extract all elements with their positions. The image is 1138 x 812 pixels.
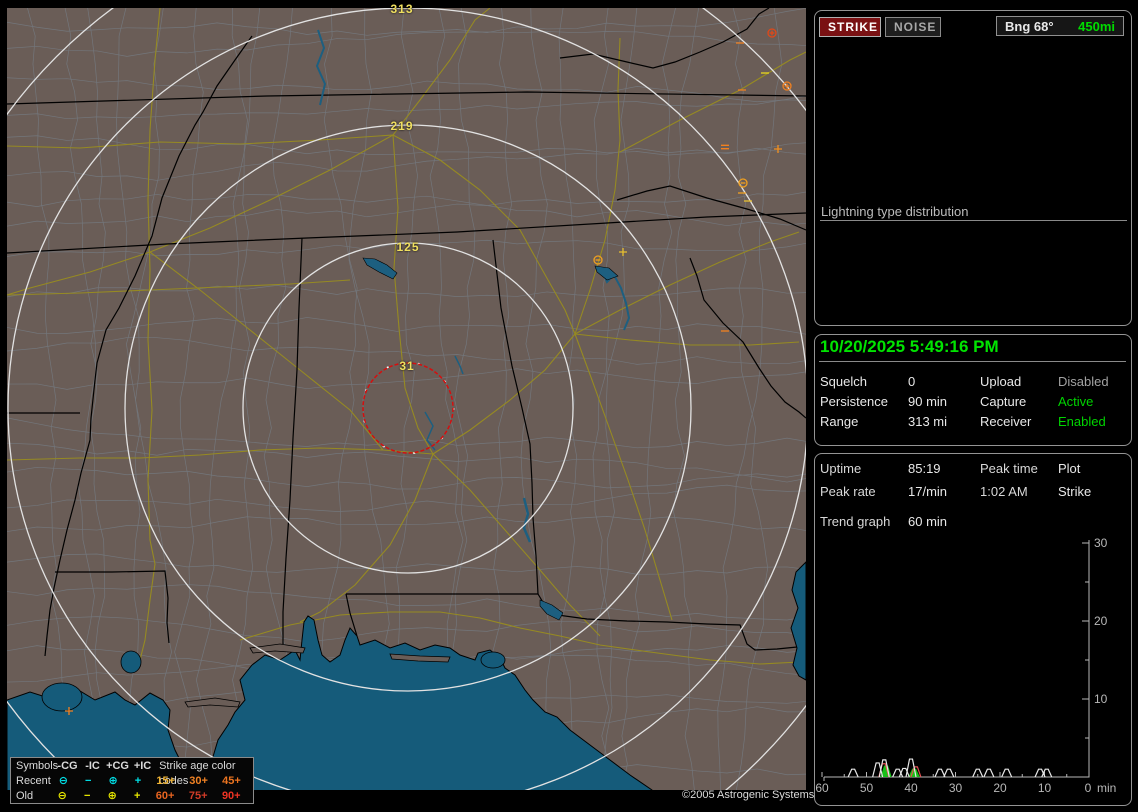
range-value: 450mi — [1078, 19, 1115, 34]
trend-graph-label: Trend graph — [820, 514, 908, 529]
copyright-text: ©2005 Astrogenic Systems — [682, 789, 812, 801]
status-label-2: Capture — [980, 394, 1058, 409]
stats-panel: STRIKE NOISE Bng 68° 450mi Strikes/min1T… — [814, 10, 1132, 326]
svg-text:20: 20 — [1094, 614, 1108, 628]
trend-axes: 10 20 30 60 50 40 30 20 10 0 min — [816, 536, 1116, 795]
distribution-header: Lightning type distribution — [821, 204, 968, 219]
age-code-30: 30+ — [187, 774, 220, 789]
legend-header-row: Symbols -CG -IC +CG +IC Strike age color… — [16, 759, 253, 774]
session-col3: Peak time — [980, 461, 1058, 476]
range-ring-label-31: 31 — [385, 359, 429, 373]
range-ring-label-125: 125 — [386, 240, 430, 254]
session-col3: 1:02 AM — [980, 484, 1058, 499]
session-row-0: Uptime85:19Peak timePlot — [820, 461, 1134, 476]
session-label: Peak rate — [820, 484, 908, 499]
bearing-range-readout: Bng 68° 450mi — [996, 16, 1124, 36]
status-label: Squelch — [820, 374, 908, 389]
age-code-45: 45+ — [220, 774, 253, 789]
trend-graph-chart: 10 20 30 60 50 40 30 20 10 0 min — [816, 532, 1128, 804]
svg-text:30: 30 — [949, 781, 963, 795]
status-label-2: Receiver — [980, 414, 1058, 429]
svg-text:40: 40 — [904, 781, 918, 795]
svg-text:60: 60 — [816, 781, 829, 795]
session-row-1: Peak rate17/min1:02 AMStrike — [820, 484, 1134, 499]
svg-text:10: 10 — [1038, 781, 1052, 795]
app-window: { "panel": { "strike_button": "STRIKE", … — [0, 0, 1138, 812]
legend-col-neg-ic: -IC — [80, 759, 105, 774]
status-row-squelch: Squelch0UploadDisabled — [820, 374, 1134, 389]
svg-text:min: min — [1097, 781, 1116, 795]
session-label: Uptime — [820, 461, 908, 476]
trend-graph-row: Trend graph 60 min — [820, 514, 980, 529]
neg-ic-symbol-icon: − — [75, 789, 100, 804]
status-label: Range — [820, 414, 908, 429]
range-ring-label-313: 313 — [380, 2, 424, 16]
neg-ic-symbol-icon: − — [76, 774, 101, 789]
status-value: 0 — [908, 374, 980, 389]
pos-ic-symbol-icon: + — [125, 774, 150, 789]
pos-cg-symbol-icon: ⊕ — [101, 774, 126, 789]
status-value-2: Active — [1058, 394, 1134, 409]
session-value: 17/min — [908, 484, 980, 499]
session-col4: Plot — [1058, 461, 1134, 476]
legend-age-header: Strike age color codes — [155, 759, 253, 774]
legend-row-old: Old⊖−⊕+60+75+90+ — [16, 789, 253, 804]
pos-ic-symbol-icon: + — [125, 789, 150, 804]
status-value: 313 mi — [908, 414, 980, 429]
session-col4: Strike — [1058, 484, 1134, 499]
legend-col-pos-cg: +CG — [105, 759, 130, 774]
bearing-value: Bng 68° — [1005, 19, 1054, 34]
legend-col-neg-cg: -CG — [55, 759, 80, 774]
status-label: Persistence — [820, 394, 908, 409]
session-value: 85:19 — [908, 461, 980, 476]
legend-row-recent: Recent⊖−⊕+15+30+45+ — [16, 774, 253, 789]
svg-text:10: 10 — [1094, 692, 1108, 706]
svg-text:50: 50 — [860, 781, 874, 795]
datetime-display: 10/20/2025 5:49:16 PM — [820, 337, 999, 357]
status-row-persistence: Persistence90 minCaptureActive — [820, 394, 1134, 409]
status-value: 90 min — [908, 394, 980, 409]
neg-cg-symbol-icon: ⊖ — [51, 774, 76, 789]
status-value-2: Disabled — [1058, 374, 1134, 389]
svg-text:20: 20 — [993, 781, 1007, 795]
trend-graph-duration: 60 min — [908, 514, 980, 529]
svg-text:0: 0 — [1085, 781, 1092, 795]
strike-button[interactable]: STRIKE — [819, 17, 881, 37]
age-code-60: 60+ — [154, 789, 187, 804]
range-ring-label-219: 219 — [380, 119, 424, 133]
age-code-75: 75+ — [187, 789, 220, 804]
map-legend: Symbols -CG -IC +CG +IC Strike age color… — [10, 757, 254, 804]
status-label-2: Upload — [980, 374, 1058, 389]
legend-row-label: Recent — [16, 774, 51, 789]
noise-button[interactable]: NOISE — [885, 17, 941, 37]
legend-row-label: Old — [16, 789, 50, 804]
status-row-range: Range313 miReceiverEnabled — [820, 414, 1134, 429]
legend-col-pos-ic: +IC — [130, 759, 155, 774]
legend-symbols-header: Symbols — [16, 759, 55, 774]
status-value-2: Enabled — [1058, 414, 1134, 429]
neg-cg-symbol-icon: ⊖ — [50, 789, 75, 804]
age-code-90: 90+ — [220, 789, 253, 804]
trend-series-strike-rate-white — [848, 759, 1052, 777]
svg-text:30: 30 — [1094, 536, 1108, 550]
age-code-15: 15+ — [154, 774, 187, 789]
pos-cg-symbol-icon: ⊕ — [100, 789, 125, 804]
